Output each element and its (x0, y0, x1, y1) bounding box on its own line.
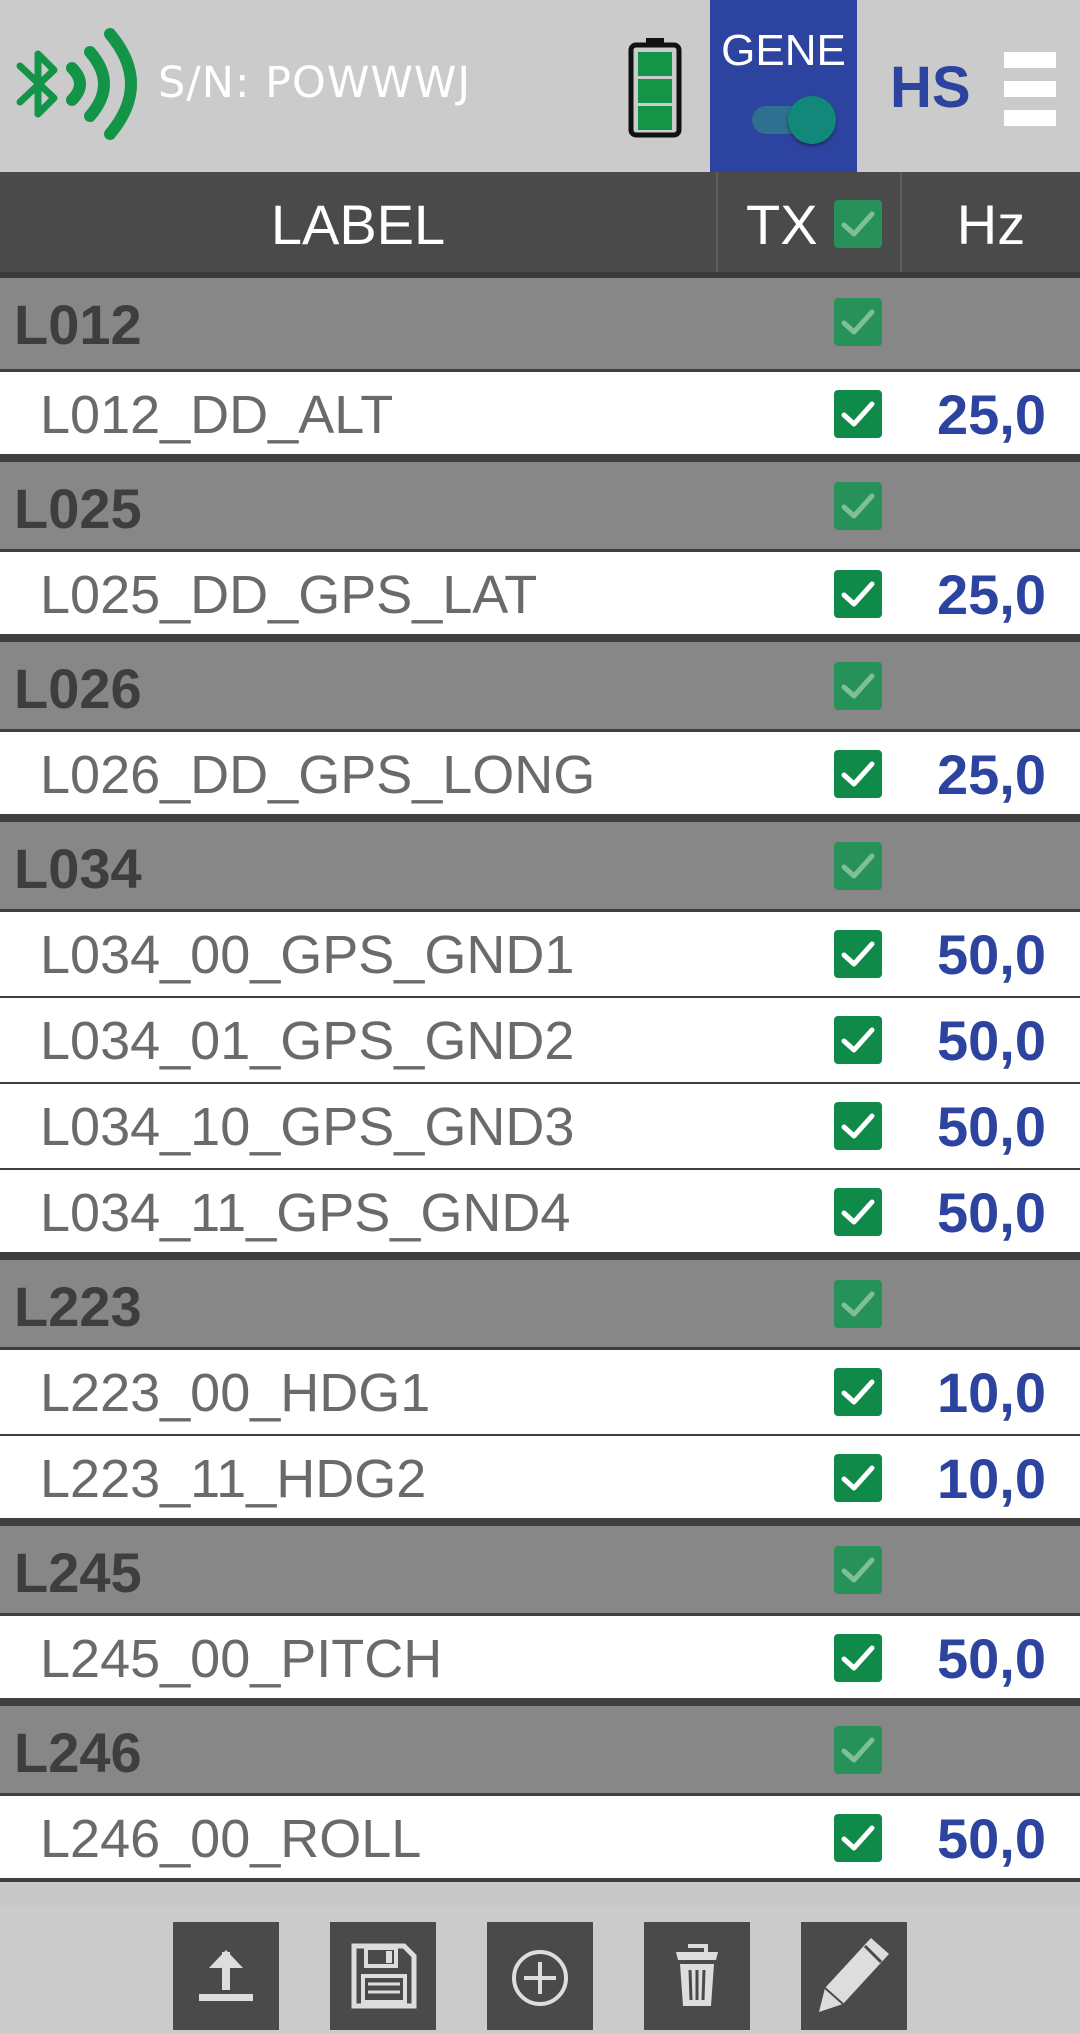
group-tx-checkbox[interactable] (834, 1546, 882, 1594)
label-item-row[interactable]: L026_DD_GPS_LONG 25,0 (0, 732, 1080, 818)
label-item-row[interactable]: L034_10_GPS_GND3 50,0 (0, 1084, 1080, 1170)
item-hz-value[interactable]: 10,0 (937, 1436, 1046, 1522)
group-row[interactable]: L026 (0, 638, 1080, 732)
item-tx-checkbox[interactable] (834, 1814, 882, 1862)
item-tx-checkbox[interactable] (834, 1102, 882, 1150)
group-label: L025 (14, 477, 142, 540)
group-tx-checkbox[interactable] (834, 482, 882, 530)
item-tx-checkbox[interactable] (834, 390, 882, 438)
trash-icon (676, 1944, 718, 2006)
group-tx-checkbox[interactable] (834, 298, 882, 346)
label-item-row[interactable]: L034_11_GPS_GND4 50,0 (0, 1170, 1080, 1256)
label-item-name: L026_DD_GPS_LONG (40, 745, 596, 805)
label-item-name: L034_11_GPS_GND4 (40, 1183, 571, 1243)
group-tx-checkbox[interactable] (834, 842, 882, 890)
item-tx-checkbox[interactable] (834, 750, 882, 798)
group-row[interactable]: L246 (0, 1702, 1080, 1796)
group-row[interactable]: L034 (0, 818, 1080, 912)
label-item-name: L012_DD_ALT (40, 385, 394, 445)
menu-icon[interactable] (1004, 52, 1056, 126)
column-header-tx-text: TX (746, 193, 818, 256)
mode-label: GENE (721, 26, 846, 75)
group-tx-checkbox[interactable] (834, 1280, 882, 1328)
item-tx-checkbox[interactable] (834, 1634, 882, 1682)
item-tx-checkbox[interactable] (834, 1454, 882, 1502)
label-item-name: L034_00_GPS_GND1 (40, 925, 575, 985)
save-button[interactable] (330, 1922, 436, 2030)
item-hz-value[interactable]: 50,0 (937, 998, 1046, 1084)
toggle-knob (788, 96, 836, 144)
item-hz-value[interactable]: 50,0 (937, 912, 1046, 998)
label-item-row[interactable]: L245_00_PITCH 50,0 (0, 1616, 1080, 1702)
label-list: L012 L012_DD_ALT 25,0 L025 L025_DD_GPS_LAT 25… (0, 278, 1080, 1882)
group-label: L034 (14, 837, 142, 900)
floppy-disk-icon (351, 1943, 417, 2009)
item-hz-value[interactable]: 50,0 (937, 1084, 1046, 1170)
column-header-label: LABEL (0, 172, 718, 272)
group-row[interactable]: L012 (0, 278, 1080, 372)
label-item-name: L025_DD_GPS_LAT (40, 565, 538, 625)
label-item-row[interactable]: L012_DD_ALT 25,0 (0, 372, 1080, 458)
bottom-toolbar (0, 1906, 1080, 2034)
item-hz-value[interactable]: 50,0 (937, 1170, 1046, 1256)
item-tx-checkbox[interactable] (834, 1368, 882, 1416)
label-item-row[interactable]: L025_DD_GPS_LAT 25,0 (0, 552, 1080, 638)
top-bar: S/N: POWWWJ GENE HS (0, 0, 1080, 172)
item-tx-checkbox[interactable] (834, 930, 882, 978)
table-header: LABEL TX Hz (0, 172, 1080, 278)
item-hz-value[interactable]: 25,0 (937, 372, 1046, 458)
mode-toggle-switch[interactable] (752, 96, 836, 144)
label-item-name: L245_00_PITCH (40, 1629, 443, 1689)
item-hz-value[interactable]: 50,0 (937, 1616, 1046, 1702)
label-item-name: L034_10_GPS_GND3 (40, 1097, 575, 1157)
label-item-row[interactable]: L223_00_HDG1 10,0 (0, 1350, 1080, 1436)
column-header-hz: Hz (956, 193, 1026, 256)
item-tx-checkbox[interactable] (834, 1016, 882, 1064)
add-button[interactable] (487, 1922, 593, 2030)
label-item-row[interactable]: L034_00_GPS_GND1 50,0 (0, 912, 1080, 998)
pencil-icon (819, 1938, 889, 2012)
plus-circle-icon (512, 1950, 568, 2006)
item-tx-checkbox[interactable] (834, 570, 882, 618)
select-all-tx-checkbox[interactable] (834, 200, 882, 248)
label-item-row[interactable]: L034_01_GPS_GND2 50,0 (0, 998, 1080, 1084)
bluetooth-icon (16, 28, 137, 140)
group-row[interactable]: L223 (0, 1256, 1080, 1350)
group-row[interactable]: L245 (0, 1522, 1080, 1616)
label-item-name: L246_00_ROLL (40, 1809, 422, 1869)
item-hz-value[interactable]: 10,0 (937, 1350, 1046, 1436)
item-hz-value[interactable]: 25,0 (937, 552, 1046, 638)
group-label: L245 (14, 1541, 142, 1604)
group-label: L223 (14, 1275, 142, 1338)
bluetooth-status[interactable] (14, 22, 144, 152)
group-label: L012 (14, 293, 142, 356)
group-label: L246 (14, 1721, 142, 1784)
label-item-name: L034_01_GPS_GND2 (40, 1011, 575, 1071)
group-tx-checkbox[interactable] (834, 1726, 882, 1774)
label-item-name: L223_00_HDG1 (40, 1363, 431, 1423)
speed-label[interactable]: HS (890, 54, 971, 121)
mode-toggle-panel[interactable]: GENE (710, 0, 857, 172)
upload-button[interactable] (173, 1922, 279, 2030)
column-header-tx: TX (718, 172, 902, 272)
edit-button[interactable] (801, 1922, 907, 2030)
item-hz-value[interactable]: 25,0 (937, 732, 1046, 818)
battery-icon (628, 38, 682, 138)
item-tx-checkbox[interactable] (834, 1188, 882, 1236)
group-row[interactable]: L025 (0, 458, 1080, 552)
upload-icon (199, 1950, 253, 2001)
label-item-name: L223_11_HDG2 (40, 1449, 427, 1509)
delete-button[interactable] (644, 1922, 750, 2030)
group-label: L026 (14, 657, 142, 720)
group-tx-checkbox[interactable] (834, 662, 882, 710)
item-hz-value[interactable]: 50,0 (937, 1796, 1046, 1882)
serial-number: S/N: POWWWJ (158, 58, 472, 108)
label-item-row[interactable]: L246_00_ROLL 50,0 (0, 1796, 1080, 1882)
label-item-row[interactable]: L223_11_HDG2 10,0 (0, 1436, 1080, 1522)
